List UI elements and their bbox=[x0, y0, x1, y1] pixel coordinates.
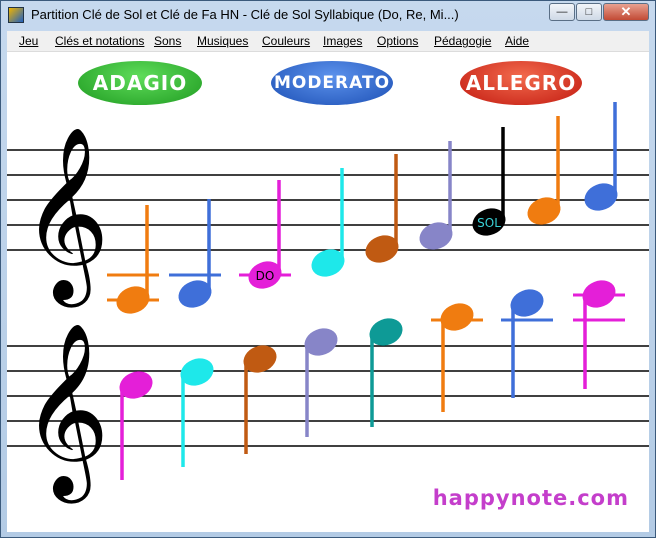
score-area: ADAGIO MODERATO ALLEGRO 𝄞 𝄞 DO SOL happy… bbox=[7, 52, 649, 532]
menu-sons[interactable]: Sons bbox=[154, 34, 181, 48]
brand-watermark: happynote.com bbox=[432, 486, 629, 510]
staff1-note-label: DO bbox=[256, 269, 275, 283]
music-staves: 𝄞 𝄞 DO SOL bbox=[7, 102, 649, 504]
menu-couleurs[interactable]: Couleurs bbox=[262, 34, 310, 48]
close-button[interactable]: ✕ bbox=[603, 3, 649, 21]
minimize-button[interactable]: — bbox=[549, 3, 575, 21]
menu-options[interactable]: Options bbox=[377, 34, 418, 48]
treble-clef-icon: 𝄞 bbox=[21, 126, 110, 308]
menu-jeu[interactable]: Jeu bbox=[19, 34, 38, 48]
app-window: Partition Clé de Sol et Clé de Fa HN - C… bbox=[0, 0, 656, 538]
menu-musiques[interactable]: Musiques bbox=[197, 34, 248, 48]
maximize-button[interactable]: □ bbox=[576, 3, 602, 21]
menu-bar: Jeu Clés et notations Sons Musiques Coul… bbox=[7, 31, 649, 52]
staff1-note-label: SOL bbox=[477, 216, 501, 230]
menu-images[interactable]: Images bbox=[323, 34, 362, 48]
menu-pedagogie[interactable]: Pédagogie bbox=[434, 34, 491, 48]
menu-aide[interactable]: Aide bbox=[505, 34, 529, 48]
title-bar[interactable]: Partition Clé de Sol et Clé de Fa HN - C… bbox=[1, 1, 655, 29]
treble-clef-icon: 𝄞 bbox=[21, 322, 110, 504]
menu-cles-et-notations[interactable]: Clés et notations bbox=[55, 34, 144, 48]
app-icon bbox=[8, 7, 24, 23]
window-title: Partition Clé de Sol et Clé de Fa HN - C… bbox=[31, 7, 459, 22]
